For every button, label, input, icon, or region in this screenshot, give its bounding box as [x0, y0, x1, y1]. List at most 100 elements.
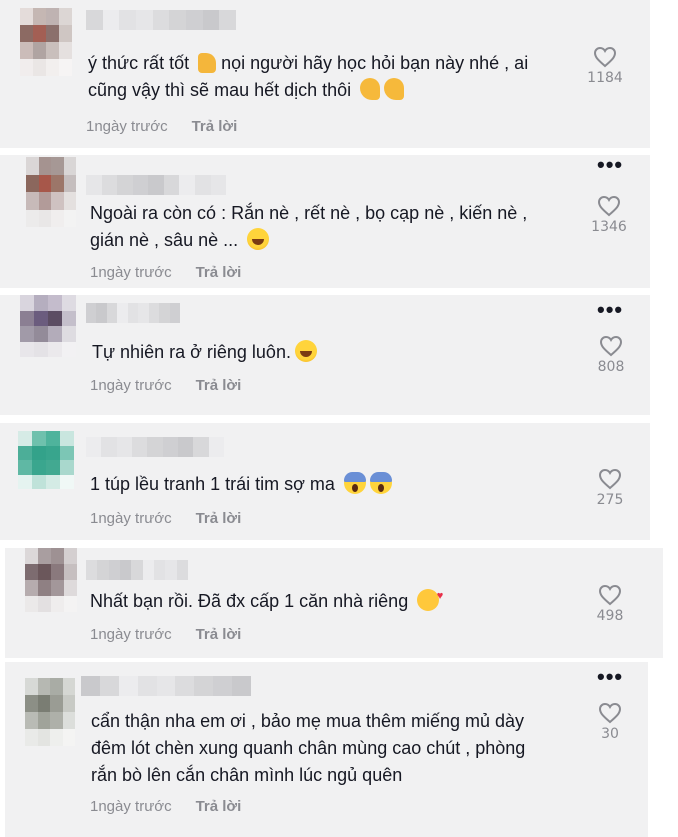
username-pixel — [232, 676, 252, 696]
flexed-biceps-icon — [384, 78, 405, 100]
username-blurred[interactable] — [86, 10, 237, 30]
username-blurred[interactable] — [86, 303, 180, 323]
avatar-pixel — [25, 729, 38, 746]
avatar-pixel — [62, 712, 75, 729]
username-pixel — [210, 175, 227, 195]
username-pixel — [176, 560, 188, 580]
like-button[interactable]: 1184 — [580, 46, 630, 86]
username-pixel — [152, 10, 170, 30]
avatar-pixel — [63, 157, 76, 175]
username-pixel — [96, 303, 107, 323]
avatar-pixel — [46, 8, 59, 25]
comment-card: ••• Ngoài ra còn có : Rắn nè , rết nè , … — [0, 154, 650, 288]
avatar-pixel — [20, 326, 34, 342]
avatar-pixel — [32, 431, 46, 446]
more-dots-icon[interactable]: ••• — [597, 666, 623, 688]
like-button[interactable]: 275 — [585, 468, 635, 508]
avatar[interactable] — [20, 295, 76, 357]
avatar-pixel — [51, 174, 64, 192]
avatar-pixel — [48, 341, 62, 357]
avatar-pixel — [63, 192, 76, 210]
avatar-pixel — [63, 174, 76, 192]
like-count: 498 — [596, 608, 624, 624]
avatar-pixel — [38, 209, 51, 227]
comment-meta: 1ngày trước Trả lời — [86, 118, 237, 135]
timestamp: 1ngày trước — [90, 626, 172, 643]
avatar-pixel — [20, 310, 34, 326]
avatar-pixel — [62, 326, 76, 342]
username-pixel — [148, 303, 160, 323]
username-pixel — [165, 560, 177, 580]
like-button[interactable]: 498 — [585, 584, 635, 624]
avatar[interactable] — [25, 678, 75, 746]
username-blurred[interactable] — [86, 560, 188, 580]
username-pixel — [142, 560, 154, 580]
username-blurred[interactable] — [86, 175, 227, 195]
avatar-pixel — [34, 341, 48, 357]
username-blurred[interactable] — [81, 676, 252, 696]
avatar-pixel — [51, 192, 64, 210]
avatar-pixel — [20, 341, 34, 357]
username-pixel — [108, 560, 120, 580]
username-pixel — [169, 10, 187, 30]
avatar-pixel — [38, 548, 51, 564]
reply-button[interactable]: Trả lời — [196, 264, 242, 281]
heart-outline-icon — [593, 46, 617, 68]
avatar-pixel — [60, 431, 74, 446]
avatar-pixel — [26, 174, 39, 192]
username-blurred[interactable] — [86, 437, 224, 457]
avatar-pixel — [46, 431, 60, 446]
avatar-pixel — [20, 25, 33, 42]
comment-card: ••• cẩn thận nha em ơi , bảo mẹ mua thêm… — [5, 662, 648, 837]
username-pixel — [127, 303, 139, 323]
avatar-pixel — [50, 729, 63, 746]
avatar[interactable] — [26, 157, 76, 227]
more-dots-icon[interactable]: ••• — [597, 154, 623, 176]
username-pixel — [116, 437, 132, 457]
like-button[interactable]: 1346 — [584, 195, 634, 235]
avatar-pixel — [18, 474, 32, 489]
reply-button[interactable]: Trả lời — [192, 118, 238, 135]
avatar[interactable] — [18, 431, 74, 489]
avatar-pixel — [46, 445, 60, 460]
heart-outline-icon — [597, 195, 621, 217]
avatar-pixel — [63, 209, 76, 227]
avatar-pixel — [26, 192, 39, 210]
reply-button[interactable]: Trả lời — [196, 798, 242, 815]
reply-button[interactable]: Trả lời — [196, 510, 242, 527]
username-pixel — [117, 175, 133, 195]
flexed-biceps-icon — [360, 78, 381, 100]
avatar-pixel — [59, 42, 72, 59]
face-screaming-icon — [369, 472, 392, 494]
avatar-pixel — [62, 678, 75, 695]
avatar-pixel — [34, 326, 48, 342]
like-count: 1346 — [591, 219, 627, 235]
username-pixel — [208, 437, 224, 457]
avatar-pixel — [60, 474, 74, 489]
avatar[interactable] — [20, 8, 72, 76]
smiling-face-with-hearts-icon — [417, 583, 443, 611]
avatar-pixel — [59, 25, 72, 42]
comment-text: 1 túp lều tranh 1 trái tim sợ ma — [90, 471, 570, 498]
username-pixel — [186, 10, 203, 30]
more-dots-icon[interactable]: ••• — [597, 299, 623, 321]
comment-text: Tự nhiên ra ở riêng luôn. — [92, 339, 572, 366]
like-button[interactable]: 808 — [586, 335, 636, 375]
reply-button[interactable]: Trả lời — [196, 377, 242, 394]
avatar-pixel — [33, 59, 46, 76]
username-pixel — [101, 175, 118, 195]
username-pixel — [102, 10, 120, 30]
avatar[interactable] — [25, 548, 77, 612]
avatar-pixel — [25, 580, 38, 596]
avatar-pixel — [51, 580, 64, 596]
like-button[interactable]: 30 — [585, 702, 635, 742]
avatar-pixel — [38, 596, 51, 612]
avatar-pixel — [51, 564, 64, 580]
username-pixel — [193, 437, 209, 457]
username-pixel — [156, 676, 176, 696]
avatar-pixel — [48, 310, 62, 326]
avatar-pixel — [60, 460, 74, 475]
avatar-pixel — [51, 548, 64, 564]
avatar-pixel — [37, 712, 50, 729]
reply-button[interactable]: Trả lời — [196, 626, 242, 643]
